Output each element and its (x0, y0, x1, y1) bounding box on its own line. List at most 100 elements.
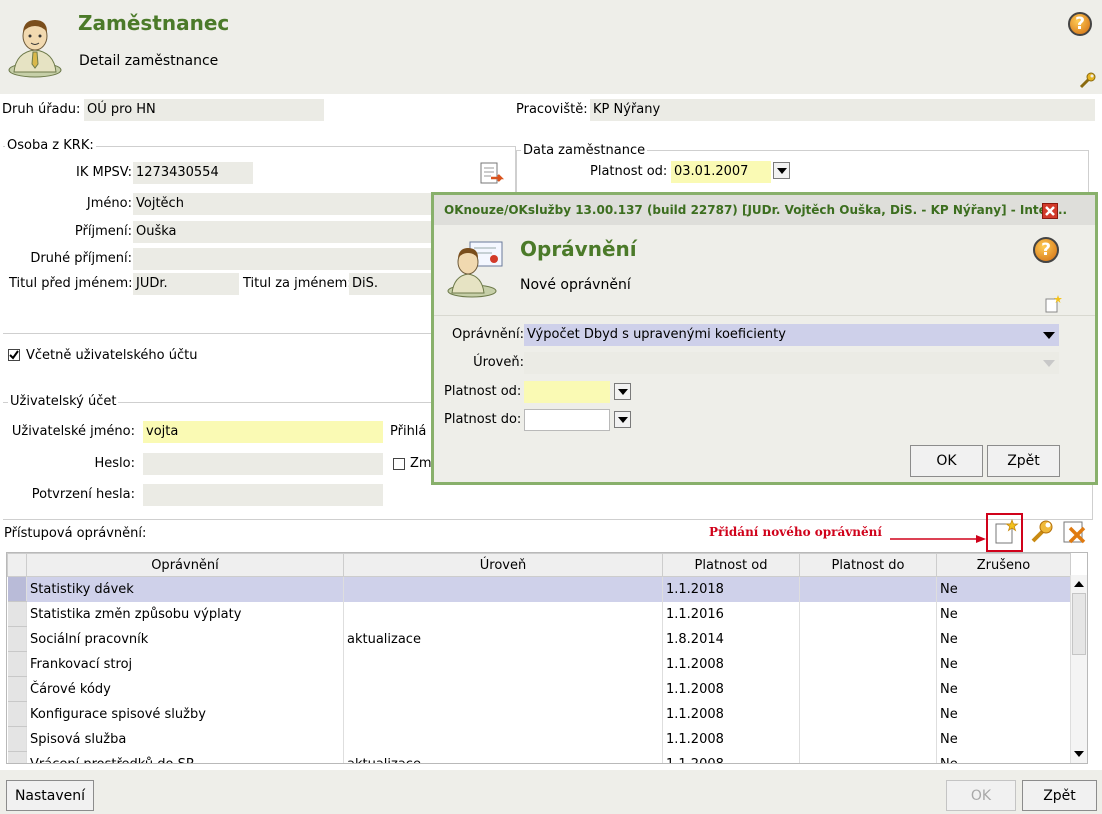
table-row[interactable]: Statistika změn způsobu výplaty 1.1.2016 N… (7, 601, 1071, 627)
pracoviste-label: Pracoviště: (516, 102, 588, 117)
table-row[interactable]: Frankovací stroj 1.1.2008 Ne (7, 651, 1071, 677)
column-header-opravneni[interactable]: Oprávnění (26, 553, 344, 577)
row-selector[interactable] (7, 601, 27, 627)
potvrzeni-hesla-field[interactable] (143, 484, 383, 506)
uzivatelske-jmeno-field[interactable]: vojta (143, 421, 383, 443)
dialog-opravneni-select[interactable]: Výpočet Dbyd s upravenými koeficienty (524, 324, 1059, 346)
dialog-platnost-do-dropdown[interactable] (614, 411, 631, 428)
heslo-field[interactable] (143, 453, 383, 475)
cell-uroven (343, 726, 663, 752)
zpet-button[interactable]: Zpět (1022, 780, 1097, 811)
help-icon[interactable]: ? (1068, 12, 1092, 36)
cell-opravneni: Statistiky dávek (26, 576, 344, 602)
dialog-platnost-od-dropdown[interactable] (614, 383, 631, 400)
dialog-uroven-dropdown-icon (1043, 360, 1055, 367)
dialog-zpet-button[interactable]: Zpět (987, 445, 1060, 477)
column-header-uroven[interactable]: Úroveň (343, 553, 663, 577)
dialog-titlebar[interactable]: OKnouze/OKslužby 13.00.137 (build 22787)… (434, 195, 1095, 225)
cell-zruseno: Ne (936, 626, 1071, 652)
table-row[interactable]: Statistiky dávek 1.1.2018 Ne (7, 576, 1071, 602)
scroll-down-arrow[interactable] (1074, 751, 1084, 757)
dialog-uroven-select[interactable] (524, 352, 1059, 374)
cell-platnost-do (799, 676, 937, 702)
prijmeni-label: Příjmení: (74, 224, 132, 239)
scroll-thumb[interactable] (1072, 593, 1086, 655)
table-row[interactable]: Čárové kódy 1.1.2008 Ne (7, 676, 1071, 702)
krk-search-icon[interactable] (477, 160, 505, 188)
titul-za-label: Titul za jménem: (243, 276, 352, 291)
wrench-icon[interactable] (1078, 72, 1096, 90)
cell-uroven (343, 576, 663, 602)
vcetne-checkbox[interactable] (8, 349, 20, 361)
titul-za-field: DiS. (349, 273, 434, 295)
row-selector[interactable] (7, 751, 27, 763)
table-row[interactable]: Spisová služba 1.1.2008 Ne (7, 726, 1071, 752)
nastaveni-button[interactable]: Nastavení (6, 780, 94, 811)
table-row[interactable]: Vrácení prostředků do SR aktualizace 1.1.2… (7, 751, 1071, 763)
cell-platnost-od: 1.1.2008 (662, 651, 800, 677)
row-selector[interactable] (7, 576, 27, 602)
table-row[interactable]: Konfigurace spisové služby 1.1.2008 Ne (7, 701, 1071, 727)
row-selector[interactable] (7, 676, 27, 702)
row-selector[interactable] (7, 726, 27, 752)
cell-zruseno: Ne (936, 751, 1071, 763)
table-row[interactable]: Sociální pracovník aktualizace 1.8.2014 Ne (7, 626, 1071, 652)
cell-platnost-od: 1.1.2016 (662, 601, 800, 627)
titul-pred-label: Titul před jménem: (9, 276, 133, 291)
opravneni-dialog: OKnouze/OKslužby 13.00.137 (build 22787)… (431, 192, 1098, 485)
table-scrollbar[interactable] (1070, 575, 1087, 763)
column-header-platnost-od[interactable]: Platnost od (662, 553, 800, 577)
dialog-platnost-od-field[interactable] (524, 381, 610, 403)
column-header-platnost-do[interactable]: Platnost do (799, 553, 937, 577)
druhe-prijmeni-field (133, 248, 433, 270)
cell-uroven (343, 601, 663, 627)
dialog-ok-button[interactable]: OK (910, 445, 983, 477)
dialog-partial-text: .. (1058, 203, 1068, 217)
row-selector[interactable] (7, 626, 27, 652)
cell-platnost-od: 1.1.2008 (662, 751, 800, 763)
ok-button[interactable]: OK (946, 780, 1016, 811)
dialog-new-icon[interactable] (1044, 295, 1062, 313)
cell-uroven (343, 701, 663, 727)
platnost-od-dropdown[interactable] (773, 162, 790, 179)
cell-uroven: aktualizace (343, 626, 663, 652)
prijmeni-field: Ouška (133, 221, 433, 243)
dialog-platnost-do-field[interactable] (524, 409, 610, 431)
pracoviste-field: KP Nýřany (590, 99, 1095, 121)
cell-opravneni: Statistika změn způsobu výplaty (26, 601, 344, 627)
dialog-opravneni-dropdown-icon[interactable] (1043, 332, 1055, 339)
row-selector[interactable] (7, 701, 27, 727)
delete-permission-icon[interactable] (1060, 518, 1088, 546)
dialog-help-icon[interactable]: ? (1033, 237, 1059, 263)
platnost-od-field[interactable]: 03.01.2007 (671, 161, 771, 183)
cell-zruseno: Ne (936, 651, 1071, 677)
zmena-hesla-label: Zm (410, 456, 432, 471)
cell-opravneni: Spisová služba (26, 726, 344, 752)
page-title: Zaměstnanec (78, 11, 230, 35)
cell-opravneni: Čárové kódy (26, 676, 344, 702)
row-selector[interactable] (7, 651, 27, 677)
dialog-close-icon[interactable] (1042, 203, 1058, 219)
platnost-od-label: Platnost od: (590, 164, 668, 179)
dialog-subtitle: Nové oprávnění (520, 277, 631, 293)
dialog-title: Oprávnění (520, 237, 637, 261)
dialog-opravneni-label: Oprávnění: (452, 327, 524, 342)
pristupova-opravneni-label: Přístupová oprávnění: (4, 526, 147, 541)
titul-pred-field: JUDr. (133, 273, 239, 295)
column-header-zruseno[interactable]: Zrušeno (936, 553, 1071, 577)
cell-platnost-od: 1.1.2008 (662, 726, 800, 752)
cell-uroven (343, 676, 663, 702)
dialog-uroven-label: Úroveň: (473, 355, 524, 370)
row-selector-header (7, 553, 27, 577)
add-permission-icon[interactable] (991, 518, 1019, 546)
scroll-up-arrow[interactable] (1074, 581, 1084, 587)
edit-permission-wrench-icon[interactable] (1027, 518, 1055, 546)
cell-uroven: aktualizace (343, 751, 663, 763)
permissions-table: Oprávnění Úroveň Platnost od Platnost do… (6, 552, 1088, 764)
ik-label: IK MPSV: (75, 165, 132, 180)
data-zamestnance-title: Data zaměstnance (521, 143, 648, 158)
prihlaseni-label: Přihlá (390, 424, 427, 439)
cell-opravneni: Sociální pracovník (26, 626, 344, 652)
cell-platnost-do (799, 576, 937, 602)
zmena-hesla-checkbox[interactable] (393, 458, 405, 470)
